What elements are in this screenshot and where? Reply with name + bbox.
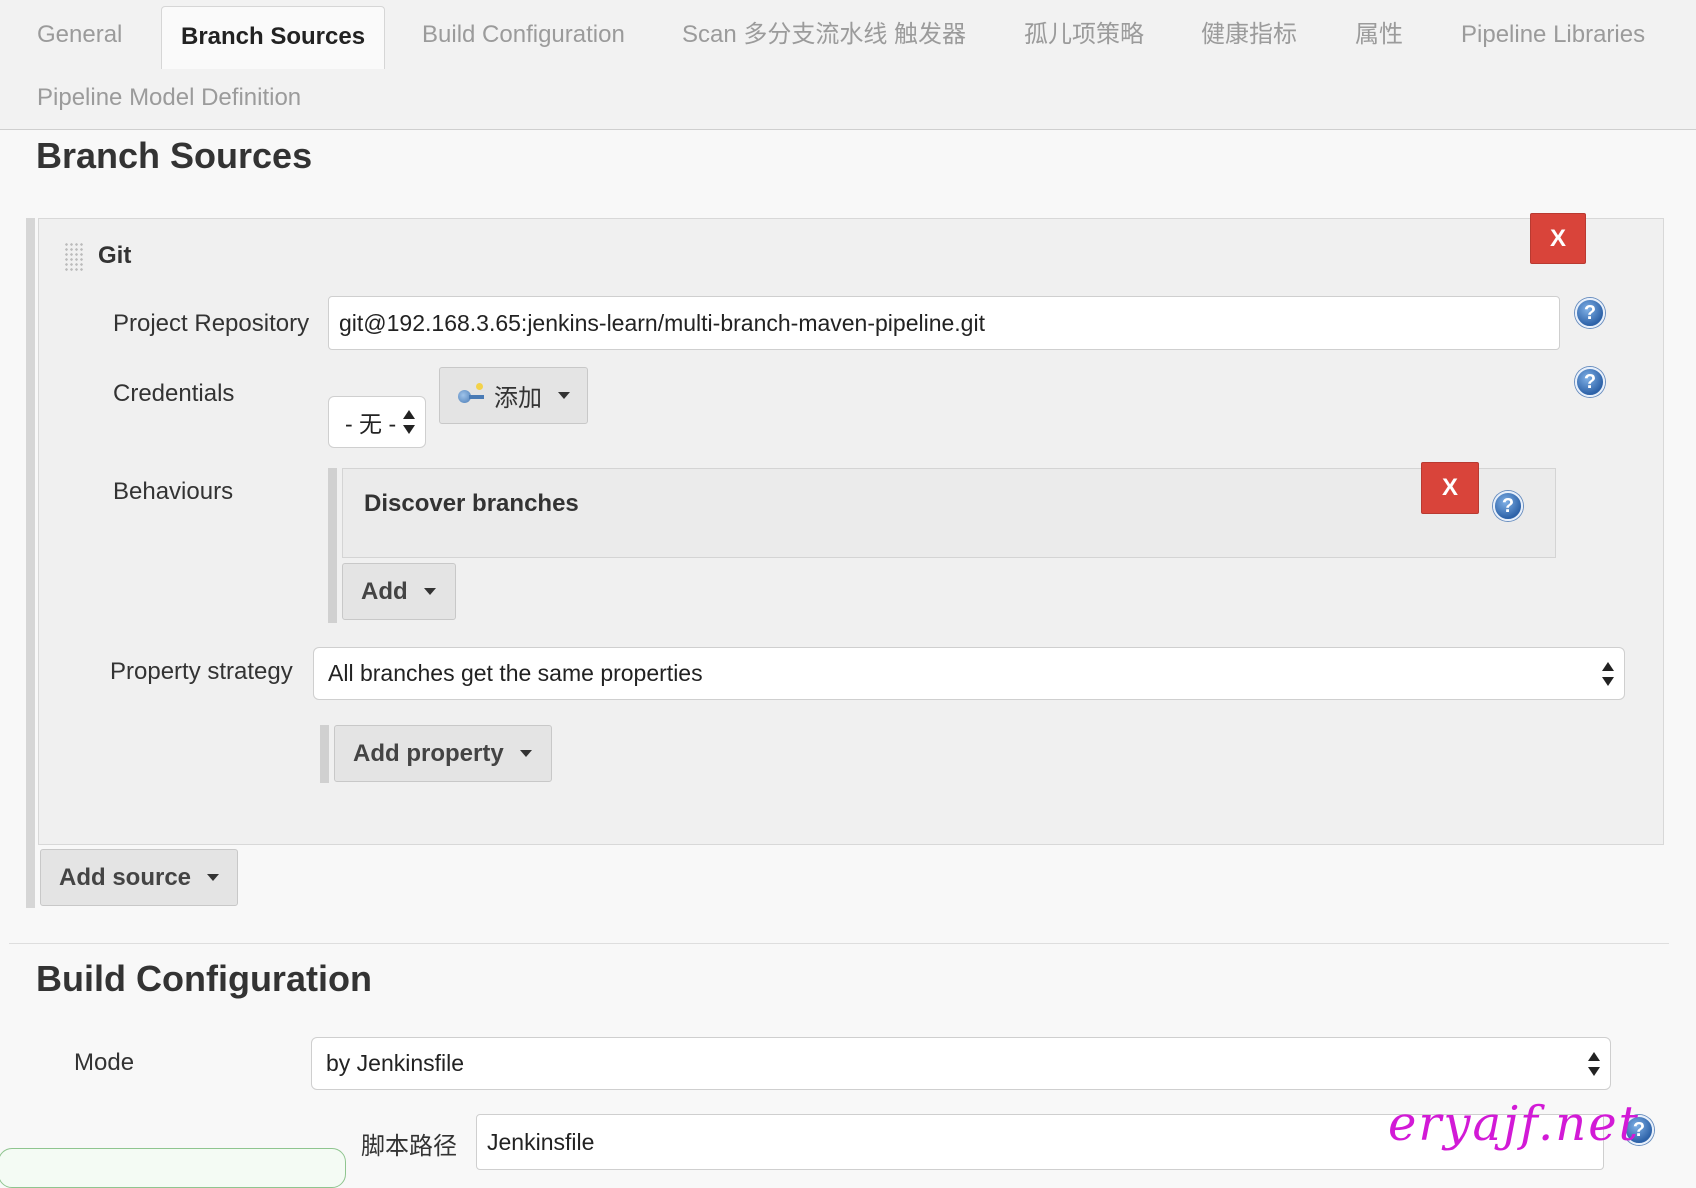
source-group-bar xyxy=(26,218,35,908)
behaviour-title: Discover branches xyxy=(364,490,579,517)
select-arrows-icon xyxy=(1588,1051,1600,1076)
chevron-down-icon xyxy=(519,750,532,757)
credentials-label: Credentials xyxy=(113,380,235,407)
tab-build-configuration[interactable]: Build Configuration xyxy=(422,21,625,49)
drag-handle-icon[interactable] xyxy=(64,242,84,272)
add-source-button[interactable]: Add source xyxy=(40,849,238,906)
add-behaviour-label: Add xyxy=(361,577,408,605)
add-property-label: Add property xyxy=(353,739,504,767)
project-repository-label: Project Repository xyxy=(113,310,310,337)
config-tab-bar: General Branch Sources Build Configurati… xyxy=(0,0,1696,130)
bottom-left-panel xyxy=(0,1148,346,1188)
tab-health-metrics[interactable]: 健康指标 xyxy=(1201,21,1297,49)
add-source-label: Add source xyxy=(59,863,192,891)
repository-help-icon[interactable]: ? xyxy=(1575,298,1605,328)
add-credentials-button[interactable]: 添加 xyxy=(439,367,588,424)
select-arrows-icon xyxy=(1602,661,1614,686)
script-path-label: 脚本路径 xyxy=(361,1133,457,1160)
tab-scan-triggers[interactable]: Scan 多分支流水线 触发器 xyxy=(682,21,966,49)
credentials-help-icon[interactable]: ? xyxy=(1575,367,1605,397)
behaviours-group-bar xyxy=(328,468,337,623)
select-arrows-icon xyxy=(403,410,415,434)
add-behaviour-button[interactable]: Add xyxy=(342,563,456,620)
add-credentials-label: 添加 xyxy=(494,385,542,412)
tab-pipeline-libraries[interactable]: Pipeline Libraries xyxy=(1461,21,1645,49)
add-property-button[interactable]: Add property xyxy=(334,725,552,782)
behaviours-label: Behaviours xyxy=(113,478,234,505)
build-configuration-heading: Build Configuration xyxy=(36,958,372,999)
branch-sources-heading: Branch Sources xyxy=(36,135,313,176)
behaviour-help-icon[interactable]: ? xyxy=(1493,491,1523,521)
script-path-help-icon[interactable]: ? xyxy=(1624,1115,1654,1145)
property-strategy-label: Property strategy xyxy=(110,658,293,685)
tab-pipeline-model-definition[interactable]: Pipeline Model Definition xyxy=(37,84,301,112)
key-icon xyxy=(458,382,486,405)
section-divider xyxy=(9,943,1669,944)
delete-behaviour-button[interactable]: X xyxy=(1421,462,1479,514)
script-path-input[interactable]: Jenkinsfile xyxy=(476,1114,1604,1170)
chevron-down-icon xyxy=(207,874,220,881)
project-repository-input[interactable]: git@192.168.3.65:jenkins-learn/multi-bra… xyxy=(328,296,1560,350)
chevron-down-icon xyxy=(423,588,436,595)
property-strategy-selected-value: All branches get the same properties xyxy=(328,660,703,686)
tab-general[interactable]: General xyxy=(37,21,122,49)
mode-selected-value: by Jenkinsfile xyxy=(326,1050,465,1076)
source-type-label: Git xyxy=(98,242,132,269)
tab-branch-sources[interactable]: Branch Sources xyxy=(161,6,386,69)
credentials-selected-value: - 无 - xyxy=(345,411,397,437)
properties-group-bar xyxy=(320,725,329,783)
delete-source-button[interactable]: X xyxy=(1530,213,1586,264)
mode-label: Mode xyxy=(74,1049,135,1076)
tab-orphan-strategy[interactable]: 孤儿项策略 xyxy=(1024,21,1144,49)
mode-select[interactable]: by Jenkinsfile xyxy=(311,1037,1611,1090)
credentials-select[interactable]: - 无 - xyxy=(328,396,426,448)
tab-properties[interactable]: 属性 xyxy=(1355,21,1403,49)
chevron-down-icon xyxy=(558,392,570,399)
property-strategy-select[interactable]: All branches get the same properties xyxy=(313,647,1625,700)
